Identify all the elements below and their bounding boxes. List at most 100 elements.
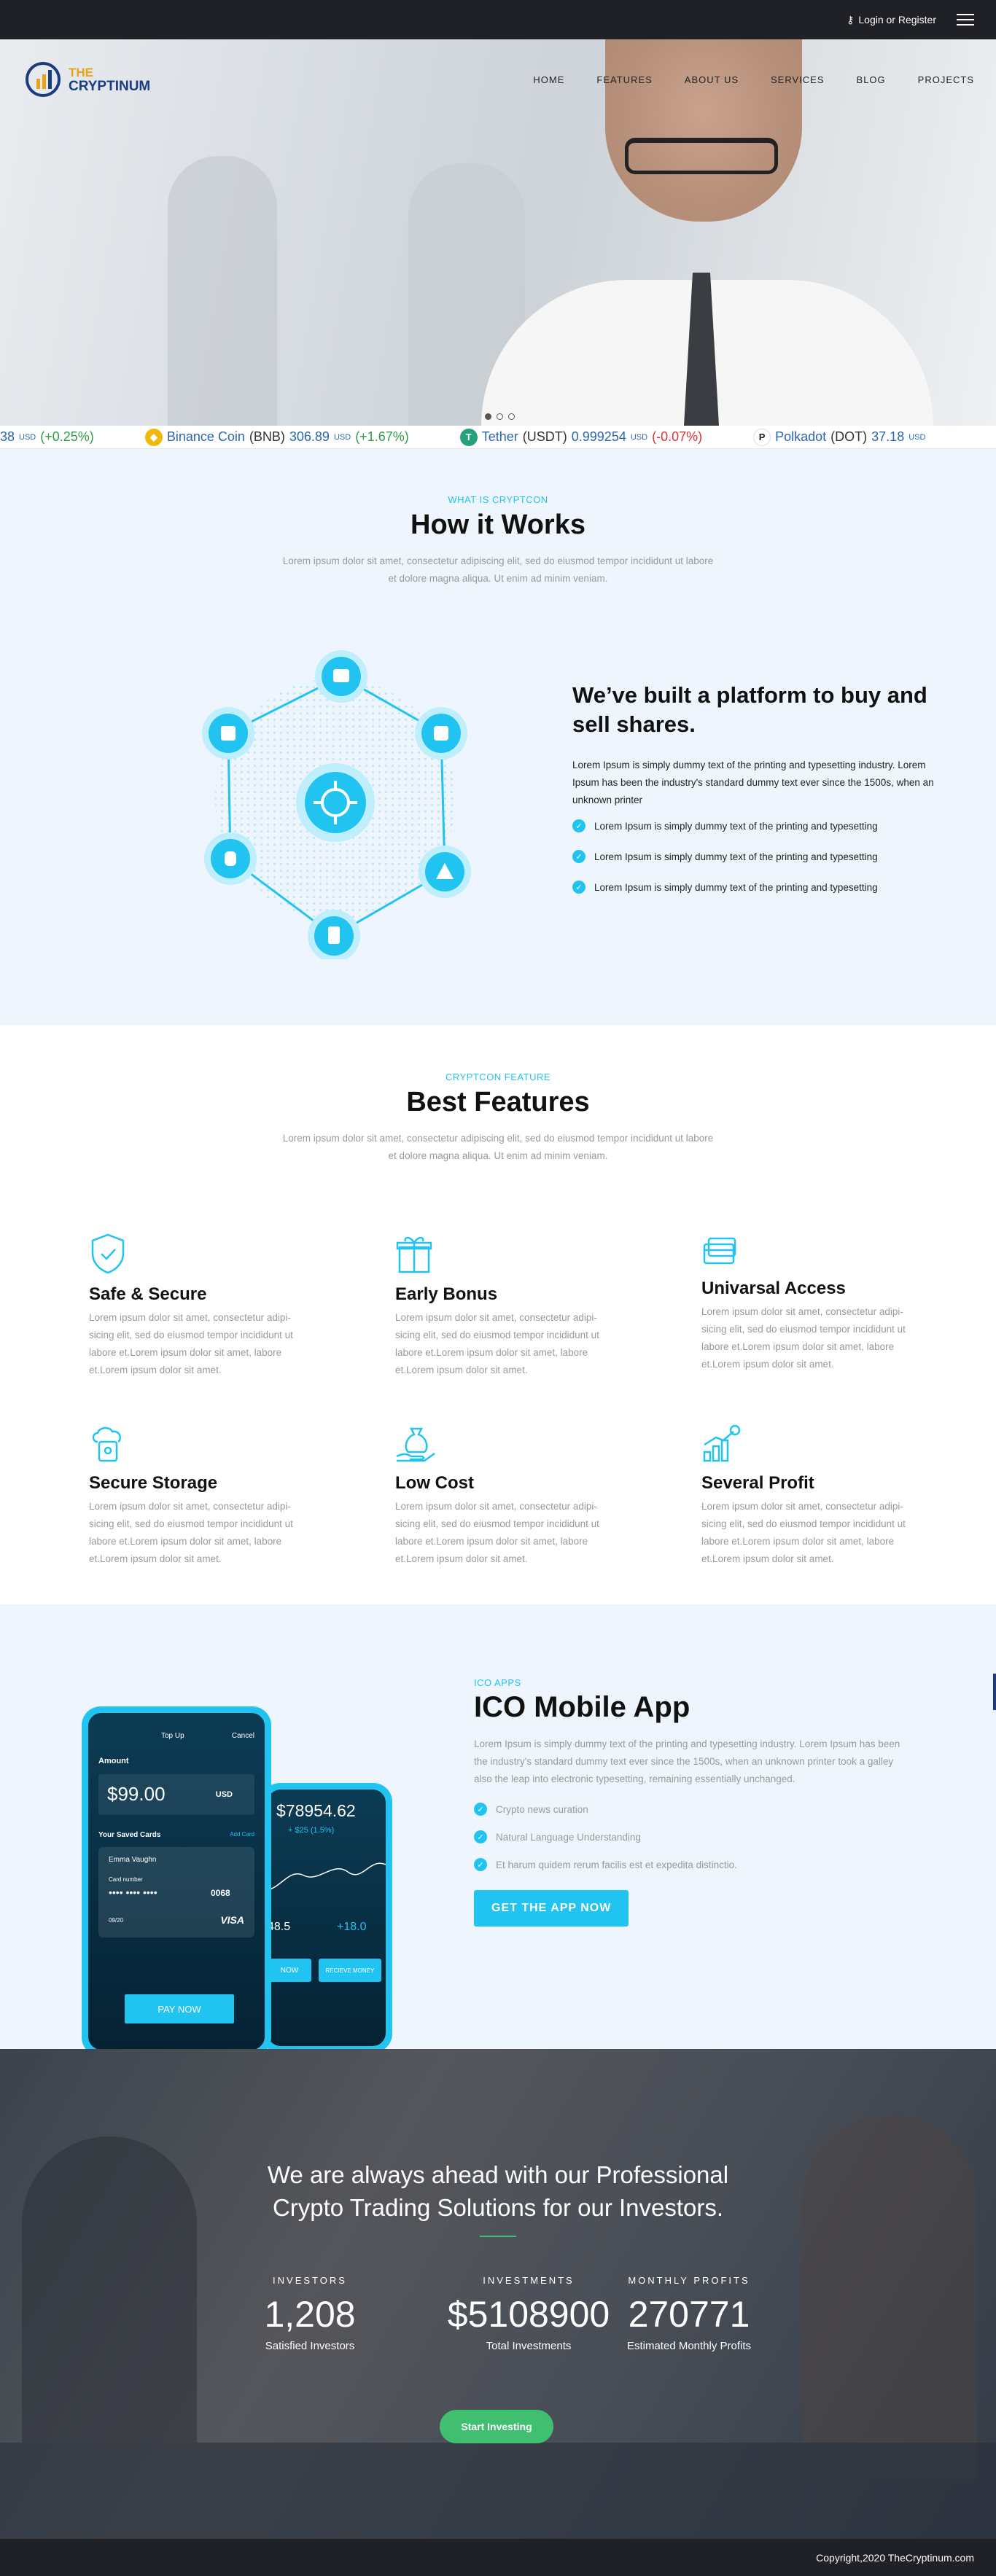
node-icon bbox=[419, 846, 471, 898]
currency-select[interactable]: USD bbox=[216, 1790, 233, 1799]
feature-item: Secure Storage Lorem ipsum dolor sit ame… bbox=[89, 1424, 395, 1568]
section-subtitle: CRYPTCON FEATURE bbox=[445, 1072, 551, 1082]
nav-item-home[interactable]: HOME bbox=[533, 74, 564, 85]
nav-item-services[interactable]: SERVICES bbox=[771, 74, 825, 85]
login-label: Login or Register bbox=[858, 14, 936, 26]
check-icon: ✓ bbox=[474, 1803, 487, 1816]
node-icon bbox=[315, 650, 367, 703]
slider-dot[interactable] bbox=[508, 413, 515, 420]
slider-dot[interactable] bbox=[497, 413, 503, 420]
check-icon: ✓ bbox=[572, 881, 585, 894]
cloud-lock-icon bbox=[92, 1426, 121, 1462]
copyright-text: Copyright,2020 TheCryptinum.com bbox=[816, 2551, 974, 2564]
ico-app-section: $78954.62 + $25 (1.5%) 48.5 +18.0 NOW RE… bbox=[0, 1604, 996, 2049]
logo-icon bbox=[26, 62, 61, 97]
pay-now-button[interactable]: PAY NOW bbox=[125, 1994, 234, 2023]
ticker-item[interactable]: P Polkadot (DOT) 37.18 USD bbox=[753, 428, 925, 446]
ticker-item[interactable]: T Tether (USDT) 0.999254 USD (-0.07%) bbox=[459, 428, 703, 446]
check-item: ✓ Crypto news curation bbox=[474, 1803, 904, 1816]
login-link[interactable]: ⚷ Login or Register bbox=[847, 14, 936, 26]
check-text: Lorem Ipsum is simply dummy text of the … bbox=[594, 851, 878, 862]
ticker-unit: USD bbox=[333, 432, 351, 442]
balance-delta: + $25 (1.5%) bbox=[288, 1826, 335, 1835]
get-app-button[interactable]: GET THE APP NOW bbox=[474, 1890, 629, 1927]
app-description: ICO APPS ICO Mobile App Lorem Ipsum is s… bbox=[474, 1677, 904, 1927]
growth-chart-icon bbox=[703, 1424, 741, 1462]
feature-title: Secure Storage bbox=[89, 1473, 218, 1493]
best-features-section: CRYPTCON FEATURE Best Features Lorem ips… bbox=[0, 1025, 996, 1604]
ticker-change: (-0.07%) bbox=[652, 429, 703, 444]
balance-amount: 78954.62 bbox=[285, 1801, 356, 1820]
polkadot-icon: P bbox=[753, 428, 771, 446]
hamburger-menu-icon[interactable] bbox=[957, 14, 974, 26]
ticker-name: Polkadot bbox=[775, 429, 827, 444]
balance-chart bbox=[268, 1862, 386, 1891]
credit-card[interactable]: Emma Vaughn Card number •••• •••• •••• 0… bbox=[98, 1847, 254, 1937]
ticker-symbol: (USDT) bbox=[522, 429, 567, 444]
section-title: How it Works bbox=[411, 510, 585, 540]
feature-text: Lorem ipsum dolor sit amet, consectetur … bbox=[701, 1306, 906, 1370]
feature-title: Univarsal Access bbox=[701, 1279, 846, 1298]
add-card-link[interactable]: Add Card bbox=[230, 1831, 254, 1838]
card-number-dots: •••• •••• •••• bbox=[109, 1886, 157, 1898]
ticker-change: (+1.67%) bbox=[355, 429, 409, 444]
phone-header: Top Up bbox=[161, 1732, 184, 1740]
section-title: ICO Mobile App bbox=[474, 1691, 690, 1723]
tether-icon: T bbox=[459, 428, 478, 446]
check-item: ✓ Lorem Ipsum is simply dummy text of the… bbox=[572, 881, 937, 894]
platform-heading: We’ve built a platform to buy and sell s… bbox=[572, 682, 927, 737]
nav-item-projects[interactable]: PROJECTS bbox=[918, 74, 974, 85]
glasses-image bbox=[625, 138, 778, 174]
recieve-money-button[interactable]: RECIEVE MONEY bbox=[319, 1959, 381, 1982]
hero-bg-figure bbox=[168, 156, 277, 426]
ticker-item[interactable]: 38 USD (+0.25%) bbox=[0, 429, 94, 445]
check-icon: ✓ bbox=[572, 850, 585, 863]
price-ticker: 38 USD (+0.25%) ◆ Binance Coin (BNB) 306.… bbox=[0, 426, 996, 449]
feature-text: Lorem ipsum dolor sit amet, consectetur … bbox=[89, 1312, 293, 1375]
nav-item-about-us[interactable]: ABOUT US bbox=[685, 74, 739, 85]
check-item: ✓ Natural Language Understanding bbox=[474, 1830, 904, 1843]
stat-value: 1,208 bbox=[264, 2294, 356, 2335]
cancel-link[interactable]: Cancel bbox=[232, 1732, 254, 1740]
ticker-symbol: (DOT) bbox=[830, 429, 868, 444]
hero-slider: THE CRYPTINUM HOME FEATURES ABOUT US SER… bbox=[0, 39, 996, 426]
send-button[interactable]: NOW bbox=[268, 1959, 311, 1982]
ticker-unit: USD bbox=[19, 432, 36, 442]
slider-dot[interactable] bbox=[485, 413, 491, 420]
ticker-item[interactable]: ◆ Binance Coin (BNB) 306.89 USD (+1.67%) bbox=[144, 428, 409, 446]
start-investing-button[interactable]: Start Investing bbox=[440, 2410, 553, 2443]
stat-caption: Estimated Monthly Profits bbox=[626, 2340, 752, 2352]
feature-text: Lorem ipsum dolor sit amet, consectetur … bbox=[89, 1501, 293, 1564]
feature-item: Several Profit Lorem ipsum dolor sit ame… bbox=[701, 1424, 996, 1568]
amount-box[interactable]: $99.00 USD bbox=[98, 1774, 254, 1815]
phone-screen: $78954.62 + $25 (1.5%) 48.5 +18.0 NOW RE… bbox=[268, 1789, 386, 2046]
divider bbox=[480, 2236, 516, 2237]
feature-item: Safe & Secure Lorem ipsum dolor sit amet… bbox=[89, 1233, 395, 1379]
top-bar: ⚷ Login or Register bbox=[0, 0, 996, 39]
stat-investors: INVESTORS 1,208 Satisfied Investors bbox=[215, 2275, 405, 2352]
check-item: ✓ Et harum quidem rerum facilis est et ex… bbox=[474, 1858, 904, 1871]
amount-label: Amount bbox=[98, 1757, 129, 1765]
stat-caption: Satisfied Investors bbox=[265, 2340, 355, 2352]
saved-cards-label: Your Saved Cards bbox=[98, 1831, 161, 1839]
stat-value-2: +18.0 bbox=[337, 1921, 367, 1933]
bnb-icon: ◆ bbox=[144, 428, 163, 446]
check-item: ✓ Lorem Ipsum is simply dummy text of the… bbox=[572, 850, 937, 863]
stat-monthly-profits: MONTHLY PROFITS 270771 Estimated Monthly… bbox=[594, 2275, 784, 2352]
section-title: Best Features bbox=[406, 1087, 590, 1117]
visa-logo: VISA bbox=[220, 1914, 244, 1926]
feature-item: Early Bonus Lorem ipsum dolor sit amet, … bbox=[395, 1233, 701, 1379]
logo[interactable]: THE CRYPTINUM bbox=[22, 58, 150, 101]
key-icon: ⚷ bbox=[847, 13, 855, 26]
ticker-name: Tether bbox=[481, 429, 518, 444]
main-nav: THE CRYPTINUM HOME FEATURES ABOUT US SER… bbox=[0, 39, 996, 120]
app-text: Lorem Ipsum is simply dummy text of the … bbox=[474, 1738, 900, 1784]
ticker-change: (+0.25%) bbox=[40, 429, 94, 444]
nav-item-blog[interactable]: BLOG bbox=[857, 74, 886, 85]
nav-item-features[interactable]: FEATURES bbox=[596, 74, 652, 85]
feature-title: Low Cost bbox=[395, 1473, 474, 1493]
side-tab[interactable] bbox=[993, 1674, 996, 1710]
check-text: Crypto news curation bbox=[496, 1803, 588, 1815]
feature-item: Low Cost Lorem ipsum dolor sit amet, con… bbox=[395, 1424, 701, 1568]
feature-text: Lorem ipsum dolor sit amet, consectetur … bbox=[395, 1312, 599, 1375]
